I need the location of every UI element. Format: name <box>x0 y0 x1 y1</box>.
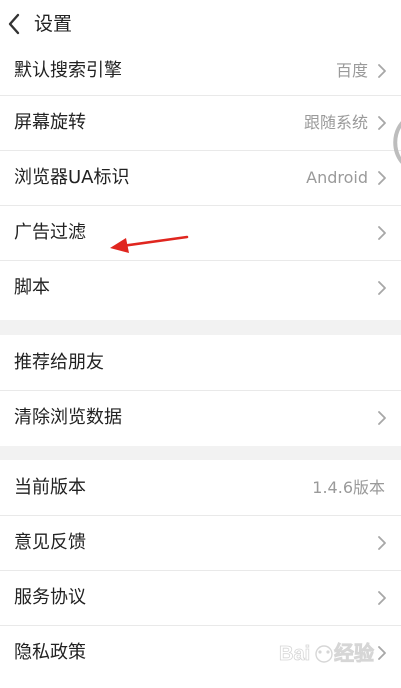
browser-ua-value: Android <box>306 168 368 187</box>
browser-ua-label: 浏览器UA标识 <box>14 167 130 188</box>
default-search-engine-row[interactable]: 默认搜索引擎 百度 <box>0 48 401 95</box>
browser-ua-row[interactable]: 浏览器UA标识 Android <box>0 150 401 205</box>
feedback-row[interactable]: 意见反馈 <box>0 515 401 570</box>
current-version-value: 1.4.6版本 <box>312 478 385 497</box>
chevron-right-icon <box>378 226 386 240</box>
chevron-right-icon <box>378 64 386 78</box>
screen-rotation-row[interactable]: 屏幕旋转 跟随系统 <box>0 95 401 150</box>
privacy-policy-label: 隐私政策 <box>14 642 86 663</box>
ad-filter-label: 广告过滤 <box>14 222 86 243</box>
script-label: 脚本 <box>14 277 50 298</box>
settings-header: 设置 <box>0 0 401 48</box>
clear-browsing-data-label: 清除浏览数据 <box>14 407 122 428</box>
current-version-label: 当前版本 <box>14 477 86 498</box>
script-row[interactable]: 脚本 <box>0 260 401 315</box>
default-search-engine-label: 默认搜索引擎 <box>14 60 122 81</box>
settings-section-general: 默认搜索引擎 百度 屏幕旋转 跟随系统 浏览器UA标识 Android 广告过滤 <box>0 48 401 320</box>
screen-rotation-value: 跟随系统 <box>303 113 368 132</box>
ad-filter-row[interactable]: 广告过滤 <box>0 205 401 260</box>
service-agreement-label: 服务协议 <box>14 587 86 608</box>
chevron-right-icon <box>378 281 386 295</box>
default-search-engine-value: 百度 <box>335 61 368 80</box>
settings-screen: 设置 默认搜索引擎 百度 屏幕旋转 跟随系统 浏览器UA标识 Android 广… <box>0 0 401 688</box>
chevron-right-icon <box>378 116 386 130</box>
page-title: 设置 <box>34 13 73 35</box>
settings-section-sharing: 推荐给朋友 清除浏览数据 <box>0 335 401 446</box>
chevron-left-icon <box>8 13 20 35</box>
chevron-right-icon <box>378 646 386 660</box>
chevron-right-icon <box>378 411 386 425</box>
recommend-friends-row[interactable]: 推荐给朋友 <box>0 335 401 390</box>
privacy-policy-row[interactable]: 隐私政策 <box>0 625 401 680</box>
clear-browsing-data-row[interactable]: 清除浏览数据 <box>0 390 401 445</box>
settings-section-about: 当前版本 1.4.6版本 意见反馈 服务协议 隐私政策 <box>0 460 401 688</box>
current-version-row: 当前版本 1.4.6版本 <box>0 460 401 515</box>
back-button[interactable] <box>0 0 34 48</box>
screen-rotation-label: 屏幕旋转 <box>14 112 86 133</box>
service-agreement-row[interactable]: 服务协议 <box>0 570 401 625</box>
chevron-right-icon <box>378 591 386 605</box>
feedback-label: 意见反馈 <box>14 532 86 553</box>
recommend-friends-label: 推荐给朋友 <box>14 352 104 373</box>
chevron-right-icon <box>378 536 386 550</box>
chevron-right-icon <box>378 171 386 185</box>
